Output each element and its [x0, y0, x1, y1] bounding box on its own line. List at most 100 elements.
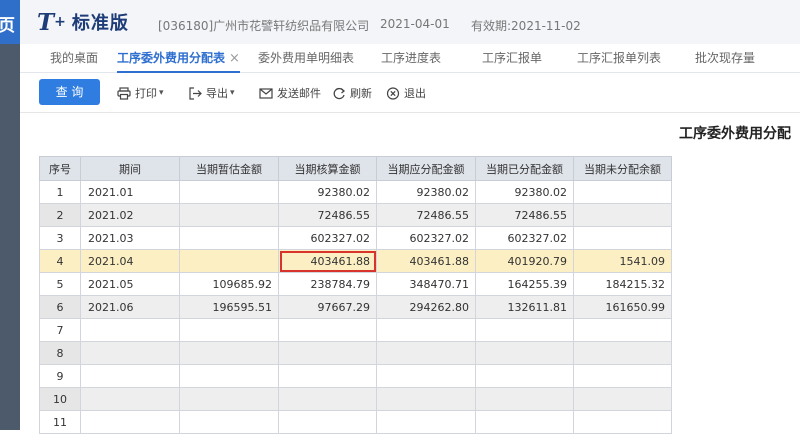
cell-unallocated[interactable]	[573, 387, 672, 411]
cell-accounted[interactable]: 238784.79	[278, 272, 377, 296]
cell-unallocated[interactable]	[573, 180, 672, 204]
cell-to-allocate[interactable]: 72486.55	[376, 203, 476, 227]
cell-period[interactable]: 2021.06	[80, 295, 180, 319]
cell-index[interactable]: 11	[39, 410, 81, 434]
table-row[interactable]: 7	[39, 318, 672, 342]
table-row[interactable]: 9	[39, 364, 672, 388]
cell-estimated[interactable]	[179, 364, 279, 388]
cell-allocated[interactable]: 401920.79	[475, 249, 574, 273]
cell-unallocated[interactable]	[573, 341, 672, 365]
cell-index[interactable]: 8	[39, 341, 81, 365]
refresh-button[interactable]: 刷新	[332, 84, 372, 102]
col-header-unallocated[interactable]: 当期未分配余额	[573, 156, 672, 181]
cell-allocated[interactable]	[475, 410, 574, 434]
cell-accounted[interactable]: 403461.88	[278, 249, 377, 273]
cell-accounted[interactable]	[278, 341, 377, 365]
cell-to-allocate[interactable]	[376, 364, 476, 388]
cell-to-allocate[interactable]	[376, 341, 476, 365]
cell-to-allocate[interactable]: 348470.71	[376, 272, 476, 296]
cell-period[interactable]: 2021.02	[80, 203, 180, 227]
cell-index[interactable]: 5	[39, 272, 81, 296]
cell-period[interactable]	[80, 410, 180, 434]
tab-close-icon[interactable]: ×	[229, 51, 240, 66]
rail-home[interactable]: 页	[0, 0, 20, 44]
tab-process-progress[interactable]: 工序进度表	[381, 44, 441, 73]
cell-unallocated[interactable]	[573, 318, 672, 342]
cell-unallocated[interactable]: 161650.99	[573, 295, 672, 319]
cell-period[interactable]: 2021.05	[80, 272, 180, 296]
tab-my-desktop[interactable]: 我的桌面	[50, 44, 98, 73]
col-header-allocated[interactable]: 当期已分配金额	[475, 156, 574, 181]
cell-period[interactable]	[80, 341, 180, 365]
cell-estimated[interactable]	[179, 341, 279, 365]
table-row[interactable]: 4 2021.04 403461.88 403461.88 401920.79 1541.…	[39, 249, 672, 273]
cell-period[interactable]	[80, 364, 180, 388]
cell-allocated[interactable]: 72486.55	[475, 203, 574, 227]
tab-batch-stock[interactable]: 批次现存量	[695, 44, 755, 73]
tab-process-report-list[interactable]: 工序汇报单列表	[577, 44, 661, 73]
cell-period[interactable]: 2021.04	[80, 249, 180, 273]
cell-estimated[interactable]	[179, 410, 279, 434]
table-row[interactable]: 3 2021.03 602327.02 602327.02 602327.02	[39, 226, 672, 250]
tab-outsourcing-cost-allocation[interactable]: 工序委外费用分配表 ×	[117, 44, 240, 73]
cell-unallocated[interactable]	[573, 226, 672, 250]
cell-accounted[interactable]	[278, 410, 377, 434]
cell-estimated[interactable]	[179, 387, 279, 411]
cell-index[interactable]: 2	[39, 203, 81, 227]
cell-allocated[interactable]: 132611.81	[475, 295, 574, 319]
cell-accounted[interactable]: 602327.02	[278, 226, 377, 250]
send-email-button[interactable]: 发送邮件	[259, 84, 321, 102]
tab-outsourcing-cost-detail[interactable]: 委外费用单明细表	[258, 44, 354, 73]
cell-index[interactable]: 6	[39, 295, 81, 319]
table-row[interactable]: 11	[39, 410, 672, 434]
cell-allocated[interactable]: 602327.02	[475, 226, 574, 250]
table-row[interactable]: 2 2021.02 72486.55 72486.55 72486.55	[39, 203, 672, 227]
cell-unallocated[interactable]: 184215.32	[573, 272, 672, 296]
print-button[interactable]: 打印 ▾	[117, 84, 164, 102]
export-button[interactable]: 导出 ▾	[188, 84, 235, 102]
cell-index[interactable]: 3	[39, 226, 81, 250]
cell-allocated[interactable]	[475, 318, 574, 342]
cell-estimated[interactable]	[179, 180, 279, 204]
cell-to-allocate[interactable]: 92380.02	[376, 180, 476, 204]
cell-unallocated[interactable]	[573, 364, 672, 388]
cell-estimated[interactable]	[179, 203, 279, 227]
table-row[interactable]: 6 2021.06 196595.51 97667.29 294262.80 132611…	[39, 295, 672, 319]
tab-process-report[interactable]: 工序汇报单	[482, 44, 542, 73]
cell-period[interactable]	[80, 387, 180, 411]
cell-accounted[interactable]: 72486.55	[278, 203, 377, 227]
cell-index[interactable]: 7	[39, 318, 81, 342]
table-row[interactable]: 1 2021.01 92380.02 92380.02 92380.02	[39, 180, 672, 204]
cell-index[interactable]: 1	[39, 180, 81, 204]
cell-unallocated[interactable]: 1541.09	[573, 249, 672, 273]
cell-allocated[interactable]: 92380.02	[475, 180, 574, 204]
col-header-estimated[interactable]: 当期暂估金额	[179, 156, 279, 181]
cell-unallocated[interactable]	[573, 203, 672, 227]
cell-allocated[interactable]	[475, 387, 574, 411]
cell-index[interactable]: 10	[39, 387, 81, 411]
cell-unallocated[interactable]	[573, 410, 672, 434]
query-button[interactable]: 查 询	[39, 79, 100, 105]
col-header-to-allocate[interactable]: 当期应分配金额	[376, 156, 476, 181]
cell-accounted[interactable]: 92380.02	[278, 180, 377, 204]
cell-period[interactable]	[80, 318, 180, 342]
cell-to-allocate[interactable]	[376, 387, 476, 411]
cell-estimated[interactable]	[179, 226, 279, 250]
cell-accounted[interactable]	[278, 364, 377, 388]
cell-estimated[interactable]: 196595.51	[179, 295, 279, 319]
table-row[interactable]: 5 2021.05 109685.92 238784.79 348470.71 16425…	[39, 272, 672, 296]
cell-period[interactable]: 2021.03	[80, 226, 180, 250]
cell-index[interactable]: 4	[39, 249, 81, 273]
cell-period[interactable]: 2021.01	[80, 180, 180, 204]
cell-accounted[interactable]: 97667.29	[278, 295, 377, 319]
cell-allocated[interactable]	[475, 364, 574, 388]
cell-to-allocate[interactable]: 602327.02	[376, 226, 476, 250]
cell-accounted[interactable]	[278, 387, 377, 411]
cell-to-allocate[interactable]	[376, 318, 476, 342]
col-header-period[interactable]: 期间	[80, 156, 180, 181]
exit-button[interactable]: 退出	[386, 84, 426, 102]
cell-to-allocate[interactable]: 403461.88	[376, 249, 476, 273]
cell-to-allocate[interactable]: 294262.80	[376, 295, 476, 319]
cell-index[interactable]: 9	[39, 364, 81, 388]
col-header-index[interactable]: 序号	[39, 156, 81, 181]
